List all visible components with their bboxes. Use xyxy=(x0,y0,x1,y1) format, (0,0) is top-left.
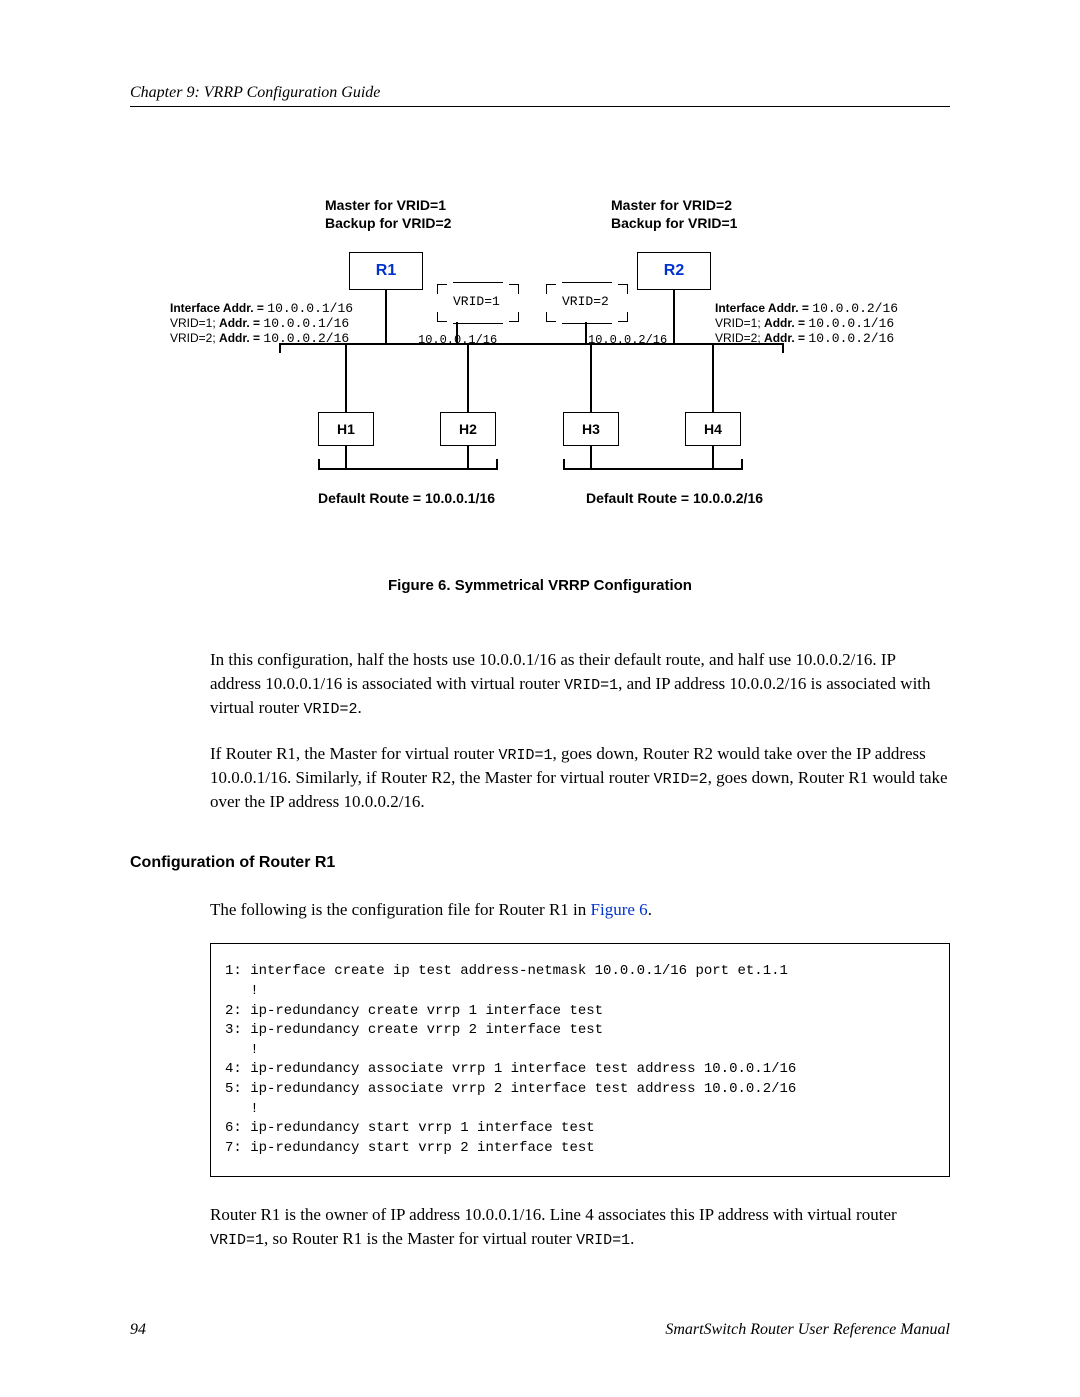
paragraph-2: If Router R1, the Master for virtual rou… xyxy=(210,742,950,814)
host-h3: H3 xyxy=(563,412,619,446)
vrid1-dashed-box: VRID=1 xyxy=(437,284,519,322)
manual-title: SmartSwitch Router User Reference Manual xyxy=(665,1321,950,1339)
host-h2: H2 xyxy=(440,412,496,446)
router-r2-box: R2 xyxy=(637,252,711,290)
r1-addr-block: Interface Addr. = 10.0.0.1/16 VRID=1; Ad… xyxy=(170,301,353,346)
default-route-1: Default Route = 10.0.0.1/16 xyxy=(318,490,495,506)
paragraph-4: Router R1 is the owner of IP address 10.… xyxy=(210,1203,950,1251)
paragraph-1: In this configuration, half the hosts us… xyxy=(210,648,950,720)
r2-master-label: Master for VRID=2 xyxy=(611,197,732,213)
host-h1: H1 xyxy=(318,412,374,446)
paragraph-3: The following is the configuration file … xyxy=(210,898,950,922)
router-r1-box: R1 xyxy=(349,252,423,290)
page-footer: 94 SmartSwitch Router User Reference Man… xyxy=(130,1321,950,1339)
figure-caption: Figure 6. Symmetrical VRRP Configuration xyxy=(130,577,950,594)
r2-addr-block: Interface Addr. = 10.0.0.2/16 VRID=1; Ad… xyxy=(715,301,898,346)
figure-xref: Figure 6 xyxy=(591,900,648,919)
r1-master-label: Master for VRID=1 xyxy=(325,197,446,213)
vrid2-dashed-box: VRID=2 xyxy=(546,284,628,322)
r1-backup-label: Backup for VRID=2 xyxy=(325,215,451,231)
config-code-block: 1: interface create ip test address-netm… xyxy=(210,943,950,1177)
r2-backup-label: Backup for VRID=1 xyxy=(611,215,737,231)
section-heading: Configuration of Router R1 xyxy=(130,854,950,872)
host-h4: H4 xyxy=(685,412,741,446)
figure-diagram: Master for VRID=1 Backup for VRID=2 Mast… xyxy=(170,197,910,527)
default-route-2: Default Route = 10.0.0.2/16 xyxy=(586,490,763,506)
page-number: 94 xyxy=(130,1321,146,1339)
page-header: Chapter 9: VRRP Configuration Guide xyxy=(130,84,950,107)
